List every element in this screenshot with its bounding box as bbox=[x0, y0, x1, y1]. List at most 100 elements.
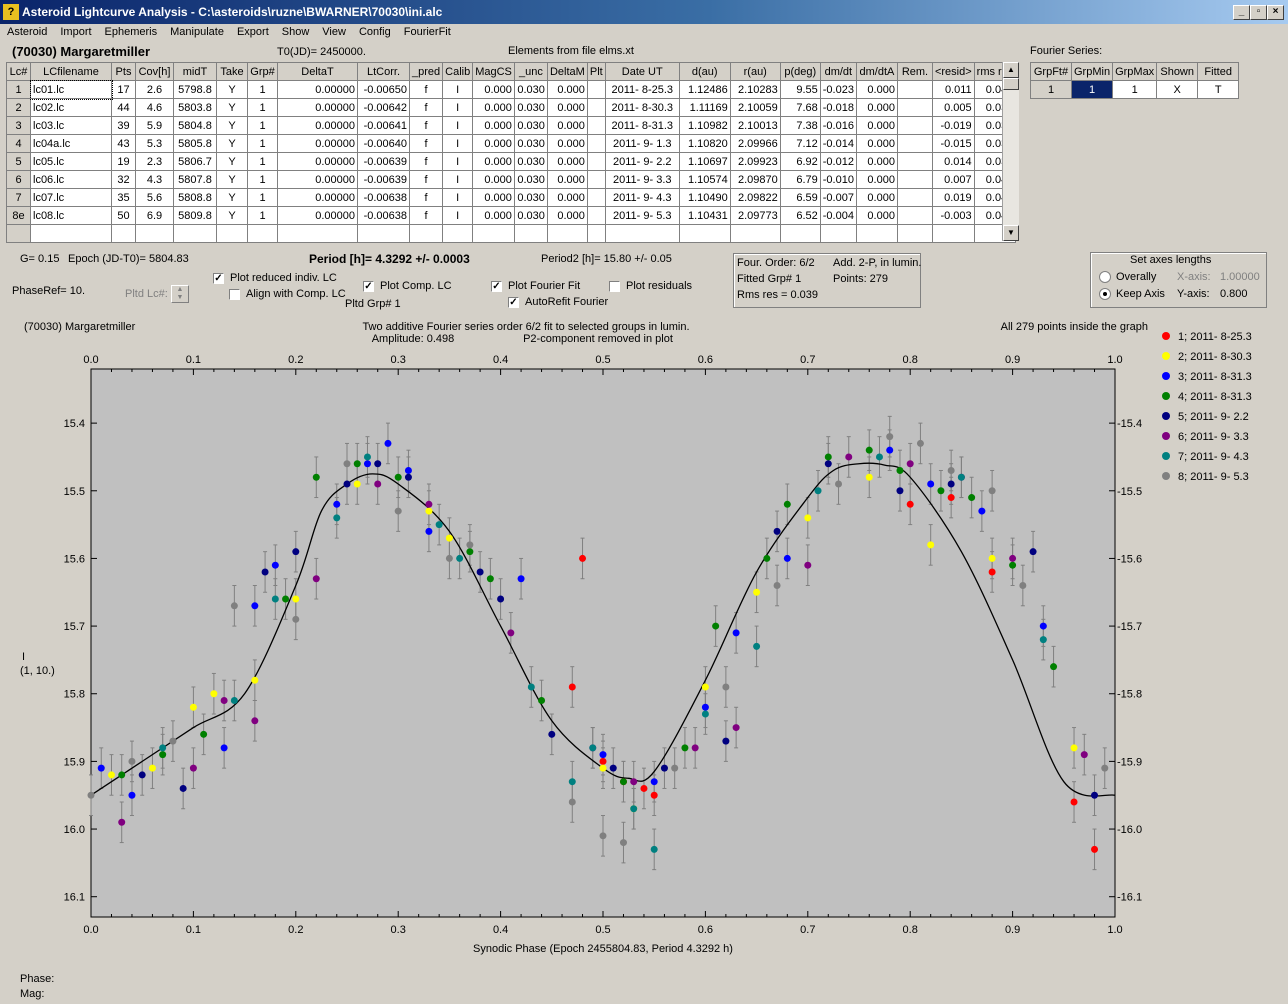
lc-table-cell[interactable]: 0.000 bbox=[546, 116, 588, 135]
lc-table-cell[interactable]: 2011- 9- 3.3 bbox=[604, 170, 680, 189]
lc-table-cell[interactable]: 0.00000 bbox=[277, 80, 358, 99]
lc-table-cell[interactable]: 0.000 bbox=[546, 188, 588, 207]
menu-show[interactable]: Show bbox=[275, 24, 316, 38]
lc-table-cell[interactable]: 0.00000 bbox=[277, 134, 358, 153]
plot-residuals-checkbox[interactable] bbox=[609, 281, 620, 292]
lc-table-cell[interactable]: 0.030 bbox=[513, 170, 548, 189]
lc-table-cell[interactable]: 9.55 bbox=[779, 80, 821, 99]
lc-column-header[interactable]: MagCS bbox=[472, 62, 515, 81]
lc-column-header[interactable]: Grp# bbox=[247, 62, 278, 81]
lc-column-header[interactable]: _unc bbox=[513, 62, 548, 81]
lc-table-cell[interactable]: 0.030 bbox=[513, 80, 548, 99]
lc-table-cell[interactable]: 1.10697 bbox=[678, 152, 731, 171]
lc-table-cell[interactable] bbox=[896, 170, 933, 189]
lc-table-cell[interactable]: 5.9 bbox=[135, 116, 174, 135]
lc-table-cell[interactable]: Y bbox=[216, 116, 248, 135]
lc-table-cell[interactable]: f bbox=[408, 80, 444, 99]
pltd-lc-spinner[interactable]: ▲ ▼ bbox=[171, 285, 189, 303]
autorefit-checkbox[interactable]: ✓ bbox=[508, 297, 519, 308]
lc-table-cell[interactable]: 0.019 bbox=[931, 188, 975, 207]
lc-table-cell[interactable]: 0.00000 bbox=[277, 206, 358, 225]
menu-manipulate[interactable]: Manipulate bbox=[163, 24, 230, 38]
lc-table-cell[interactable]: 0.030 bbox=[513, 152, 548, 171]
lc-table-cell[interactable] bbox=[896, 134, 933, 153]
lc-column-header[interactable]: Plt bbox=[586, 62, 606, 81]
lc-table-cell[interactable]: 0.000 bbox=[472, 116, 515, 135]
lc-table-cell[interactable]: 1.10574 bbox=[678, 170, 731, 189]
lc-table-cell[interactable]: 0.000 bbox=[472, 152, 515, 171]
lc-table-cell[interactable]: 1 bbox=[247, 98, 278, 117]
lc-table-cell[interactable]: Y bbox=[216, 206, 248, 225]
menu-config[interactable]: Config bbox=[352, 24, 397, 38]
lc-table-cell[interactable]: 0.000 bbox=[546, 134, 588, 153]
lc-table-row[interactable]: 5 lc05.lc 19 2.3 5806.7 Y 1 0.00000 -0.00639 f I 0.… bbox=[6, 152, 1017, 171]
lc-table-cell[interactable]: f bbox=[408, 170, 444, 189]
lc-table-cell[interactable]: 2011- 8-30.3 bbox=[604, 98, 680, 117]
lc-table-cell[interactable]: -0.00638 bbox=[357, 206, 410, 225]
lc-table-cell[interactable]: I bbox=[442, 116, 474, 135]
lc-table-cell[interactable]: 0.00000 bbox=[277, 152, 358, 171]
minimize-button[interactable]: _ bbox=[1233, 5, 1250, 20]
lc-table-cell[interactable] bbox=[586, 188, 606, 207]
lc-table-cell[interactable]: 0.030 bbox=[513, 134, 548, 153]
lc-table-cell[interactable]: 0.000 bbox=[855, 116, 898, 135]
lc-table-cell[interactable]: 0.000 bbox=[472, 188, 515, 207]
lc-table-cell[interactable] bbox=[586, 152, 606, 171]
lc-table-cell[interactable]: 0.000 bbox=[472, 98, 515, 117]
lc-column-header[interactable]: d(au) bbox=[678, 62, 731, 81]
overally-radio[interactable] bbox=[1099, 271, 1111, 283]
lc-table-cell[interactable]: I bbox=[442, 170, 474, 189]
lc-table-cell[interactable]: 2.10013 bbox=[729, 116, 781, 135]
lc-column-header[interactable]: Take bbox=[216, 62, 248, 81]
lc-column-header[interactable]: Rem. bbox=[896, 62, 933, 81]
lc-table-cell[interactable]: 0.000 bbox=[855, 188, 898, 207]
lc-table-cell[interactable]: 6.92 bbox=[779, 152, 821, 171]
lc-table-cell[interactable]: lc03.lc bbox=[30, 116, 112, 135]
lc-table-cell[interactable]: 0.000 bbox=[472, 206, 515, 225]
lc-table-cell[interactable]: -0.00650 bbox=[357, 80, 410, 99]
lc-table-cell[interactable]: I bbox=[442, 80, 474, 99]
lc-table-cell[interactable]: 1.11169 bbox=[678, 98, 731, 117]
lc-table-cell[interactable]: 5804.8 bbox=[173, 116, 217, 135]
lc-table-row[interactable]: 2 lc02.lc 44 4.6 5803.8 Y 1 0.00000 -0.00642 f I 0.… bbox=[6, 98, 1017, 117]
lc-table-cell[interactable]: 0.030 bbox=[513, 116, 548, 135]
menu-import[interactable]: Import bbox=[53, 24, 97, 38]
menu-ephemeris[interactable]: Ephemeris bbox=[98, 24, 164, 38]
lc-table-cell[interactable]: 0.000 bbox=[546, 98, 588, 117]
lc-table-cell[interactable]: 6.9 bbox=[135, 206, 174, 225]
lc-table-cell[interactable]: 0.00000 bbox=[277, 98, 358, 117]
lc-table-cell[interactable]: 2011- 9- 5.3 bbox=[604, 206, 680, 225]
lc-column-header[interactable]: dm/dtA bbox=[855, 62, 898, 81]
lc-table-cell[interactable]: 0.000 bbox=[855, 134, 898, 153]
lc-table-cell[interactable]: 2.3 bbox=[135, 152, 174, 171]
lc-table-cell[interactable]: -0.00638 bbox=[357, 188, 410, 207]
lc-table-cell[interactable]: 0.000 bbox=[855, 206, 898, 225]
lc-table-cell[interactable]: -0.019 bbox=[931, 116, 975, 135]
lc-table-cell[interactable]: 1 bbox=[247, 170, 278, 189]
lc-table-cell[interactable]: -0.00639 bbox=[357, 152, 410, 171]
lc-table-cell[interactable]: 2.09923 bbox=[729, 152, 781, 171]
lc-table-cell[interactable]: f bbox=[408, 188, 444, 207]
scroll-down-arrow-icon[interactable]: ▼ bbox=[1003, 225, 1019, 241]
menu-asteroid[interactable]: Asteroid bbox=[0, 24, 53, 38]
lc-table-cell[interactable]: -0.012 bbox=[819, 152, 857, 171]
lc-table-cell[interactable]: f bbox=[408, 152, 444, 171]
lc-table-cell[interactable]: 1 bbox=[247, 116, 278, 135]
lc-table-cell[interactable]: 0.00000 bbox=[277, 188, 358, 207]
lc-column-header[interactable]: p(deg) bbox=[779, 62, 821, 81]
lightcurve-chart[interactable]: 15.4 -15.4 15.5 -15.5 15.6 -15.6 15.7 -15.7 15.8… bbox=[18, 314, 1282, 967]
close-button[interactable]: × bbox=[1267, 5, 1284, 20]
scroll-up-arrow-icon[interactable]: ▲ bbox=[1003, 62, 1019, 78]
lc-table-cell[interactable] bbox=[896, 206, 933, 225]
lc-table-cell[interactable]: -0.00642 bbox=[357, 98, 410, 117]
plot-comp-checkbox[interactable]: ✓ bbox=[363, 281, 374, 292]
lc-table-cell[interactable]: 2011- 8-25.3 bbox=[604, 80, 680, 99]
lc-table-cell[interactable] bbox=[586, 134, 606, 153]
lc-table-cell[interactable]: f bbox=[408, 98, 444, 117]
lc-row-number[interactable]: 1 bbox=[6, 80, 31, 99]
lc-table-cell[interactable]: 0.000 bbox=[546, 152, 588, 171]
fourier-cell[interactable]: 1 bbox=[1030, 80, 1072, 99]
lc-table-cell[interactable]: 1 bbox=[247, 80, 278, 99]
lc-table-cell[interactable]: 0.030 bbox=[513, 188, 548, 207]
lc-table-cell[interactable]: 5807.8 bbox=[173, 170, 217, 189]
